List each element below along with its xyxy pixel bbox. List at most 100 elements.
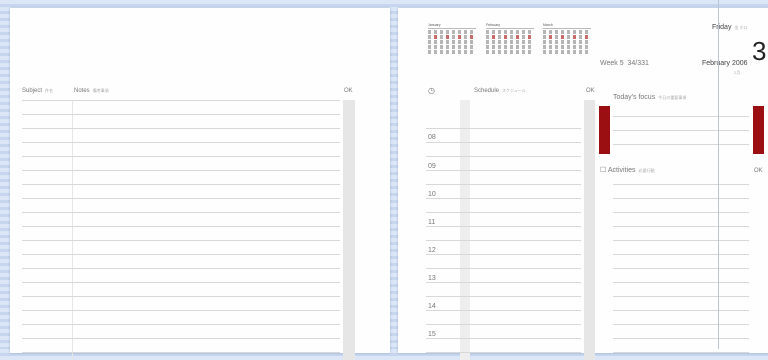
note-line: [22, 170, 340, 171]
activity-line: [613, 184, 749, 185]
schedule-line: [426, 212, 581, 213]
activity-line: [613, 268, 749, 269]
activity-line: [613, 282, 749, 283]
month-jp-label: 2月: [734, 70, 741, 75]
activity-line: [613, 352, 749, 353]
note-line: [22, 338, 340, 339]
schedule-line: [426, 198, 581, 199]
activity-line: [613, 324, 749, 325]
note-line: [22, 114, 340, 115]
activity-line: [613, 212, 749, 213]
note-line: [22, 226, 340, 227]
focus-marker-right: [753, 106, 764, 154]
notes-label: Notes: [74, 88, 90, 94]
activity-line: [613, 254, 749, 255]
schedule-ok-label: OK: [586, 88, 595, 94]
mini-calendar-january: January: [428, 23, 476, 63]
schedule-line: [426, 338, 581, 339]
focus-marker: [599, 106, 610, 154]
schedule-line: [426, 254, 581, 255]
schedule-line: [426, 142, 581, 143]
mini-calendar-title: March: [543, 23, 591, 29]
focus-line: [613, 116, 749, 117]
binder-fold-line: [718, 0, 719, 349]
note-line: [22, 128, 340, 129]
note-line: [22, 156, 340, 157]
schedule-line: [426, 282, 581, 283]
note-line: [22, 100, 340, 101]
subject-label: Subject: [22, 88, 43, 94]
mini-calendar-february: February: [486, 23, 534, 63]
note-line: [22, 142, 340, 143]
note-line: [22, 282, 340, 283]
note-line: [22, 324, 340, 325]
schedule-line: [426, 352, 581, 353]
right-day-page: January February March Week 5 34/331 Fri…: [398, 8, 768, 360]
weekday-label: Friday: [712, 24, 732, 31]
note-line: [22, 310, 340, 311]
note-line: [22, 198, 340, 199]
activities-label: Activities: [607, 167, 636, 174]
mini-calendar-title: January: [428, 23, 476, 29]
focus-line: [613, 130, 749, 131]
checkbox-icon: ☐: [600, 167, 607, 174]
activity-line: [613, 240, 749, 241]
left-notes-page: Subject 件名 Notes 備考事項 OK: [10, 8, 390, 360]
subject-divider: [72, 100, 73, 360]
schedule-line: [426, 128, 581, 129]
activity-line: [613, 296, 749, 297]
schedule-line: [426, 170, 581, 171]
schedule-line: [426, 310, 581, 311]
focus-jp-label: 今日の重要事項: [658, 95, 687, 100]
focus-line: [613, 144, 749, 145]
note-line: [22, 268, 340, 269]
hour-label: 10: [428, 191, 436, 198]
note-line: [22, 352, 340, 353]
week-info: Week 5 34/331: [600, 60, 649, 67]
notes-header: Notes 備考事項: [74, 88, 109, 94]
weekday-jp-label: 金 ホロ: [734, 25, 748, 30]
hour-label: 13: [428, 275, 436, 282]
schedule-ok-column: [584, 100, 595, 360]
schedule-line: [426, 240, 581, 241]
schedule-line: [426, 268, 581, 269]
note-line: [22, 212, 340, 213]
schedule-label: Schedule: [474, 88, 500, 94]
hour-label: 08: [428, 134, 436, 141]
note-line: [22, 240, 340, 241]
clock-icon: ◷: [428, 86, 435, 95]
left-ok-label: OK: [344, 88, 353, 94]
hour-label: 09: [428, 163, 436, 170]
mini-calendar-march: March: [543, 23, 591, 63]
notes-jp-label: 備考事項: [92, 88, 109, 93]
activities-header: ☐ Activities 必要行動: [600, 166, 654, 174]
left-ok-column: [343, 100, 355, 360]
schedule-line: [426, 324, 581, 325]
schedule-jp-label: スケジュール: [502, 88, 526, 93]
activity-line: [613, 198, 749, 199]
activity-line: [613, 226, 749, 227]
hour-label: 12: [428, 247, 436, 254]
schedule-line: [426, 184, 581, 185]
schedule-header: Schedule スケジュール: [474, 88, 526, 94]
week-label: Week 5: [600, 60, 624, 67]
activities-jp-label: 必要行動: [638, 168, 655, 173]
schedule-left-column: [460, 100, 470, 360]
note-line: [22, 184, 340, 185]
hour-label: 15: [428, 331, 436, 338]
month-year: February 2006: [702, 60, 748, 67]
hour-label: 11: [428, 219, 436, 226]
note-line: [22, 254, 340, 255]
schedule-line: [426, 296, 581, 297]
focus-label: Today's focus: [613, 94, 656, 101]
subject-jp-label: 件名: [45, 88, 54, 93]
hour-label: 14: [428, 303, 436, 310]
day-count: 34/331: [627, 60, 649, 67]
activities-ok-label: OK: [754, 168, 763, 174]
focus-header: Today's focus 今日の重要事項: [613, 94, 686, 101]
subject-header: Subject 件名: [22, 88, 53, 94]
activity-line: [613, 338, 749, 339]
schedule-line: [426, 156, 581, 157]
activity-line: [613, 310, 749, 311]
schedule-line: [426, 226, 581, 227]
